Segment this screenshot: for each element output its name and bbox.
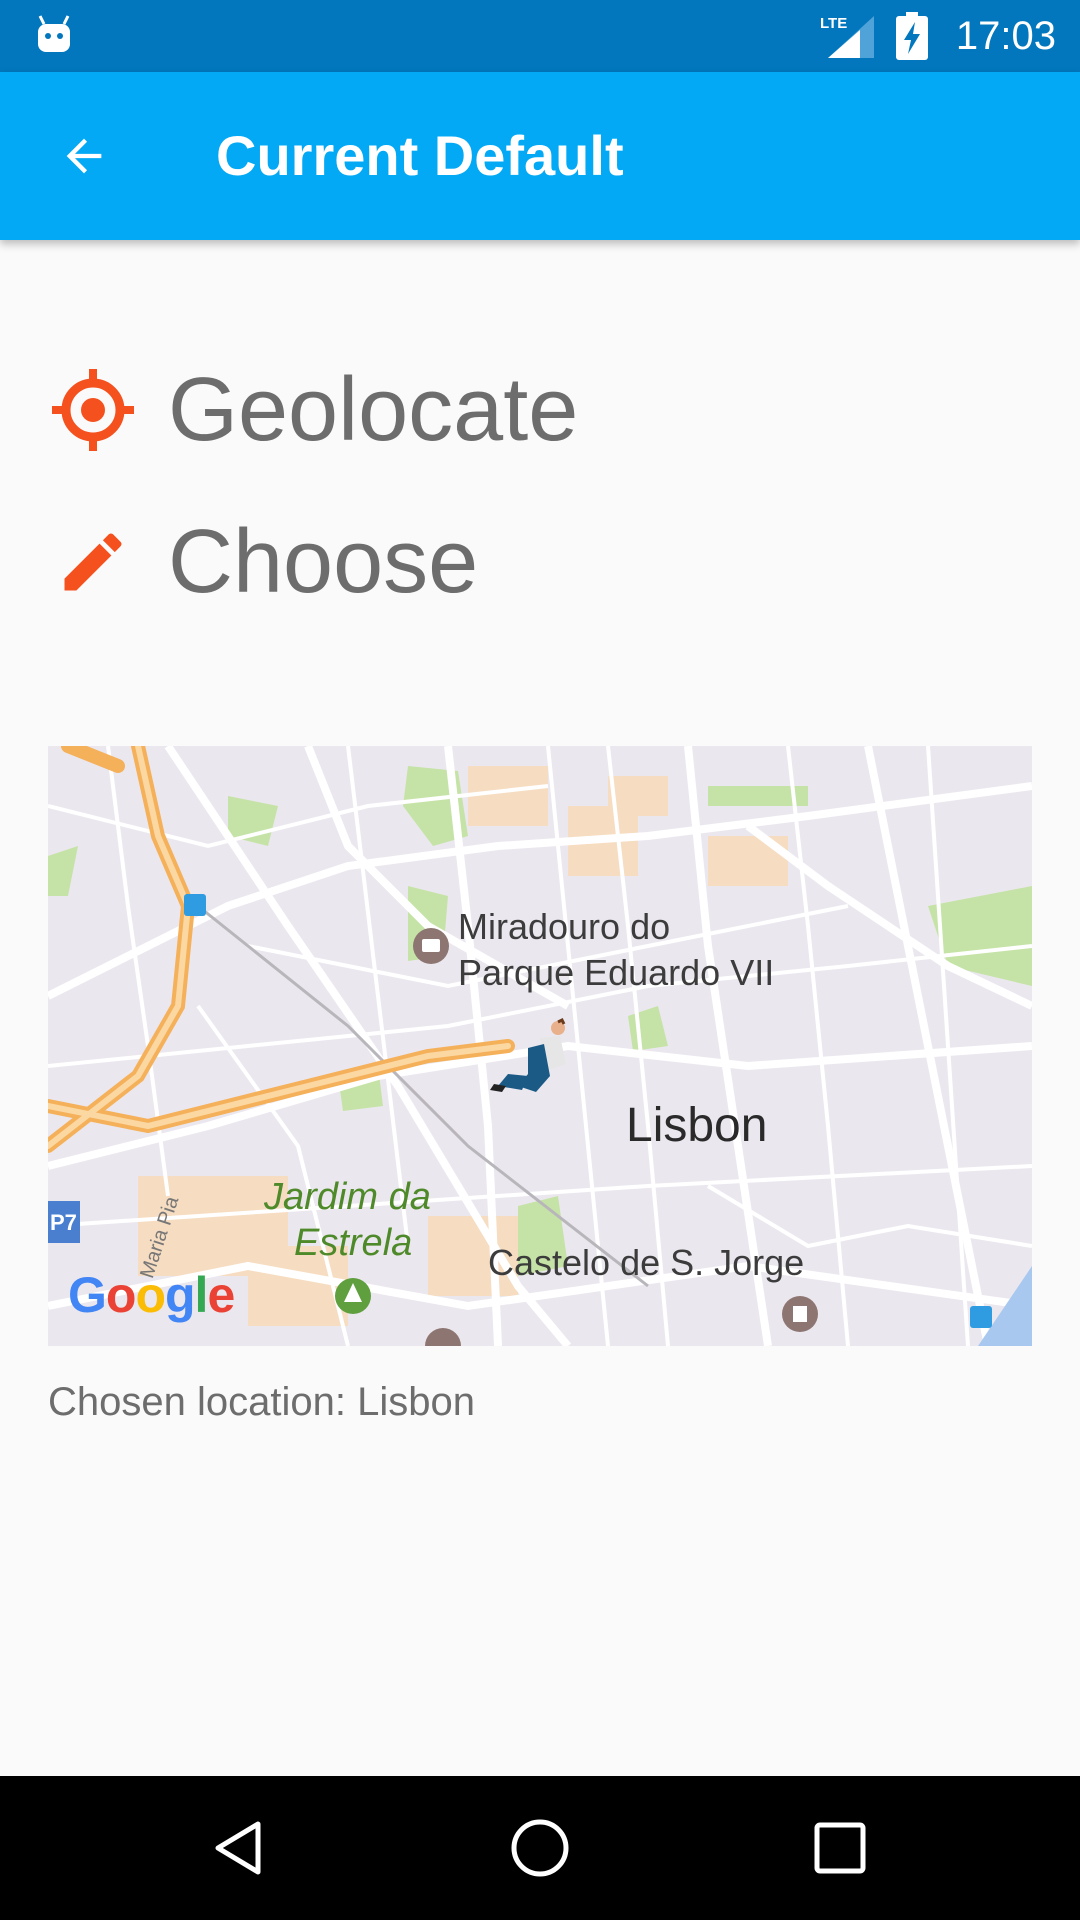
- app-bar: Current Default: [0, 72, 1080, 240]
- google-logo: Google: [68, 1267, 235, 1323]
- map-label-parque: Parque Eduardo VII: [458, 952, 775, 993]
- route-badge: P7: [50, 1210, 77, 1235]
- back-triangle-icon: [215, 1821, 261, 1875]
- lte-signal-icon: LTE: [820, 15, 874, 58]
- battery-charging-icon: [896, 12, 928, 60]
- back-button[interactable]: [40, 112, 128, 200]
- svg-text:LTE: LTE: [820, 15, 847, 32]
- chosen-location-text: Chosen location: Lisbon: [48, 1380, 475, 1424]
- nav-back-button[interactable]: [200, 1808, 280, 1888]
- page-title: Current Default: [216, 124, 624, 187]
- navigation-bar: [0, 1776, 1080, 1920]
- nav-recents-button[interactable]: [800, 1808, 880, 1888]
- geolocate-label: Geolocate: [168, 359, 579, 460]
- map-label-city: Lisbon: [626, 1099, 768, 1152]
- status-bar: LTE 17:03: [0, 0, 1080, 72]
- status-clock: 17:03: [955, 14, 1056, 58]
- choose-button[interactable]: Choose: [48, 502, 748, 622]
- pencil-icon: [48, 517, 138, 607]
- map-label-park-line1: Jardim da: [264, 1176, 431, 1218]
- map-view[interactable]: Miradouro do Parque Eduardo VII Lisbon J…: [48, 746, 1032, 1346]
- street-view-person-icon: [490, 1017, 566, 1092]
- choose-label: Choose: [168, 511, 479, 612]
- map-label-castle: Castelo de S. Jorge: [488, 1242, 805, 1283]
- arrow-back-icon: [66, 138, 102, 174]
- map-label-miradouro: Miradouro do: [458, 906, 671, 947]
- home-circle-icon: [511, 1819, 569, 1877]
- android-debug-icon: [38, 15, 70, 52]
- recents-square-icon: [814, 1822, 866, 1874]
- map-label-park-line2: Estrela: [294, 1222, 413, 1264]
- geolocate-button[interactable]: Geolocate: [48, 350, 748, 470]
- crosshair-icon: [48, 365, 138, 455]
- nav-home-button[interactable]: [500, 1808, 580, 1888]
